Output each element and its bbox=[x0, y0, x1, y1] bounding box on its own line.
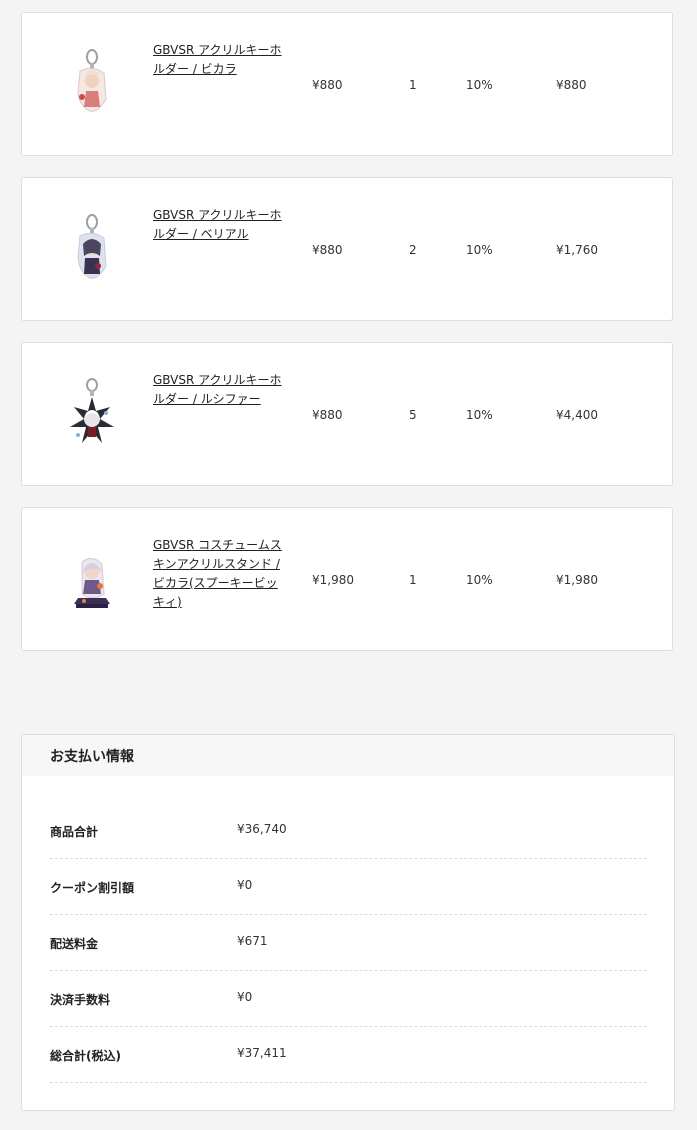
unit-price: ¥1,980 bbox=[312, 573, 354, 587]
unit-price: ¥880 bbox=[312, 408, 343, 422]
tax-rate: 10% bbox=[466, 408, 493, 422]
acrylic-keychain-thumbnail-icon[interactable] bbox=[70, 47, 114, 123]
unit-price: ¥880 bbox=[312, 78, 343, 92]
payment-row-grand-total: 総合計(税込) ¥37,411 bbox=[50, 1027, 647, 1083]
payment-row-item-total: 商品合計 ¥36,740 bbox=[50, 803, 647, 859]
payment-summary-list: 商品合計 ¥36,740 クーポン割引額 ¥0 配送料金 ¥671 決済手数料 … bbox=[50, 803, 647, 1083]
quantity: 1 bbox=[409, 573, 417, 587]
item-subtotal: ¥1,760 bbox=[556, 243, 598, 257]
order-item-card: GBVSR アクリルキーホルダー / ビカラ ¥880 1 10% ¥880 bbox=[21, 12, 673, 156]
order-item-card: GBVSR アクリルキーホルダー / ルシファー ¥880 5 10% ¥4,4… bbox=[21, 342, 673, 486]
product-name-link[interactable]: GBVSR アクリルキーホルダー / ビカラ bbox=[153, 41, 289, 79]
tax-rate: 10% bbox=[466, 573, 493, 587]
payment-row-coupon-discount: クーポン割引額 ¥0 bbox=[50, 859, 647, 915]
acrylic-stand-thumbnail-icon[interactable] bbox=[70, 542, 114, 618]
keychain-image bbox=[77, 214, 107, 279]
acrylic-keychain-thumbnail-icon[interactable] bbox=[70, 212, 114, 288]
item-subtotal: ¥880 bbox=[556, 78, 587, 92]
payment-row-payment-fee: 決済手数料 ¥0 bbox=[50, 971, 647, 1027]
quantity: 5 bbox=[409, 408, 417, 422]
keychain-image bbox=[70, 378, 114, 443]
unit-price: ¥880 bbox=[312, 243, 343, 257]
payment-row-value: ¥36,740 bbox=[237, 822, 287, 836]
order-item-card: GBVSR コスチュームスキンアクリルスタンド / ビカラ(スプーキービッキィ)… bbox=[21, 507, 673, 651]
order-detail-page: GBVSR アクリルキーホルダー / ビカラ ¥880 1 10% ¥880 G… bbox=[0, 0, 697, 1130]
product-name-link[interactable]: GBVSR アクリルキーホルダー / ベリアル bbox=[153, 206, 289, 244]
product-name-link[interactable]: GBVSR コスチュームスキンアクリルスタンド / ビカラ(スプーキービッキィ) bbox=[153, 536, 289, 612]
product-name-link[interactable]: GBVSR アクリルキーホルダー / ルシファー bbox=[153, 371, 289, 409]
payment-row-shipping-fee: 配送料金 ¥671 bbox=[50, 915, 647, 971]
payment-row-value: ¥0 bbox=[237, 990, 253, 1004]
order-item-card: GBVSR アクリルキーホルダー / ベリアル ¥880 2 10% ¥1,76… bbox=[21, 177, 673, 321]
payment-row-value: ¥37,411 bbox=[237, 1046, 287, 1060]
payment-row-value: ¥671 bbox=[237, 934, 268, 948]
payment-row-value: ¥0 bbox=[237, 878, 253, 892]
payment-info-title: お支払い情報 bbox=[22, 735, 674, 776]
payment-row-label: 決済手数料 bbox=[50, 993, 111, 1007]
tax-rate: 10% bbox=[466, 243, 493, 257]
keychain-image bbox=[77, 49, 107, 112]
item-subtotal: ¥1,980 bbox=[556, 573, 598, 587]
quantity: 2 bbox=[409, 243, 417, 257]
payment-info-section: お支払い情報 商品合計 ¥36,740 クーポン割引額 ¥0 配送料金 ¥671… bbox=[21, 734, 675, 1111]
quantity: 1 bbox=[409, 78, 417, 92]
payment-row-label: 総合計(税込) bbox=[50, 1049, 121, 1063]
payment-row-label: 商品合計 bbox=[50, 825, 99, 839]
acrylic-stand-image bbox=[74, 558, 110, 608]
payment-row-label: 配送料金 bbox=[50, 937, 99, 951]
acrylic-keychain-thumbnail-icon[interactable] bbox=[70, 377, 114, 453]
payment-row-label: クーポン割引額 bbox=[50, 881, 135, 895]
tax-rate: 10% bbox=[466, 78, 493, 92]
item-subtotal: ¥4,400 bbox=[556, 408, 598, 422]
